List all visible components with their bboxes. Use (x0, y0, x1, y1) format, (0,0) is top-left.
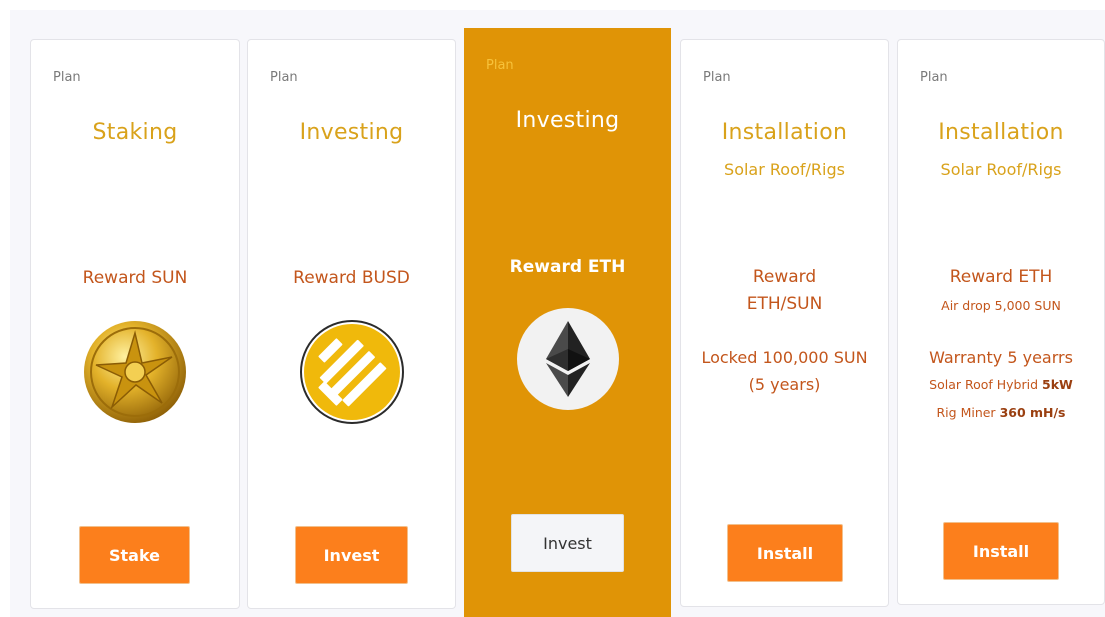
plan-title: Investing (299, 120, 404, 145)
stake-button[interactable]: Stake (79, 526, 190, 584)
plan-label: Plan (920, 70, 948, 85)
plan-card-investing-eth: Plan Investing Reward ETH Invest (464, 28, 671, 617)
plan-title: Staking (92, 120, 178, 145)
plan-title: Installation (721, 120, 848, 145)
plan-title: Investing (515, 108, 620, 133)
locked-note-duration: (5 years) (748, 375, 821, 394)
plan-label: Plan (53, 70, 81, 85)
solar-roof-hybrid-label: Solar Roof Hybrid (929, 377, 1039, 392)
reward-label: Reward (752, 267, 817, 287)
install-button[interactable]: Install (727, 524, 843, 582)
plan-label: Plan (270, 70, 298, 85)
reward-label: Reward ETH (509, 257, 626, 277)
plan-label: Plan (486, 58, 514, 73)
rig-miner-note: Rig Miner 360 mH/s (898, 401, 1104, 425)
rig-miner-value: 360 mH/s (999, 405, 1066, 420)
sun-coin-icon (84, 321, 186, 423)
plan-card-staking: Plan Staking Reward SUN Stake (30, 39, 240, 609)
plan-subtitle: Solar Roof/Rigs (724, 160, 845, 179)
plan-card-investing-busd: Plan Investing Reward BUSD Invest (247, 39, 456, 609)
busd-coin-icon (300, 320, 404, 424)
reward-label: Reward ETH (949, 267, 1053, 287)
solar-roof-hybrid-value: 5kW (1042, 377, 1073, 392)
plan-card-installation-eth: Plan Installation Solar Roof/Rigs Reward… (897, 39, 1105, 605)
plan-label: Plan (703, 70, 731, 85)
reward-label-line2: ETH/SUN (746, 294, 823, 314)
ethereum-icon (517, 308, 619, 410)
invest-button[interactable]: Invest (295, 526, 408, 584)
warranty-note: Warranty 5 yearrs (929, 348, 1073, 367)
plan-title: Installation (938, 120, 1064, 145)
solar-roof-hybrid-note: Solar Roof Hybrid 5kW (898, 373, 1104, 397)
plan-subtitle: Solar Roof/Rigs (940, 160, 1062, 179)
install-button[interactable]: Install (943, 522, 1059, 580)
airdrop-note: Air drop 5,000 SUN (941, 298, 1061, 313)
plan-card-installation-eth-sun: Plan Installation Solar Roof/Rigs Reward… (680, 39, 889, 607)
rig-miner-label: Rig Miner (936, 405, 996, 420)
invest-button[interactable]: Invest (511, 514, 624, 572)
locked-note: Locked 100,000 SUN (701, 348, 868, 367)
reward-label: Reward BUSD (293, 268, 410, 288)
reward-label: Reward SUN (82, 268, 188, 288)
